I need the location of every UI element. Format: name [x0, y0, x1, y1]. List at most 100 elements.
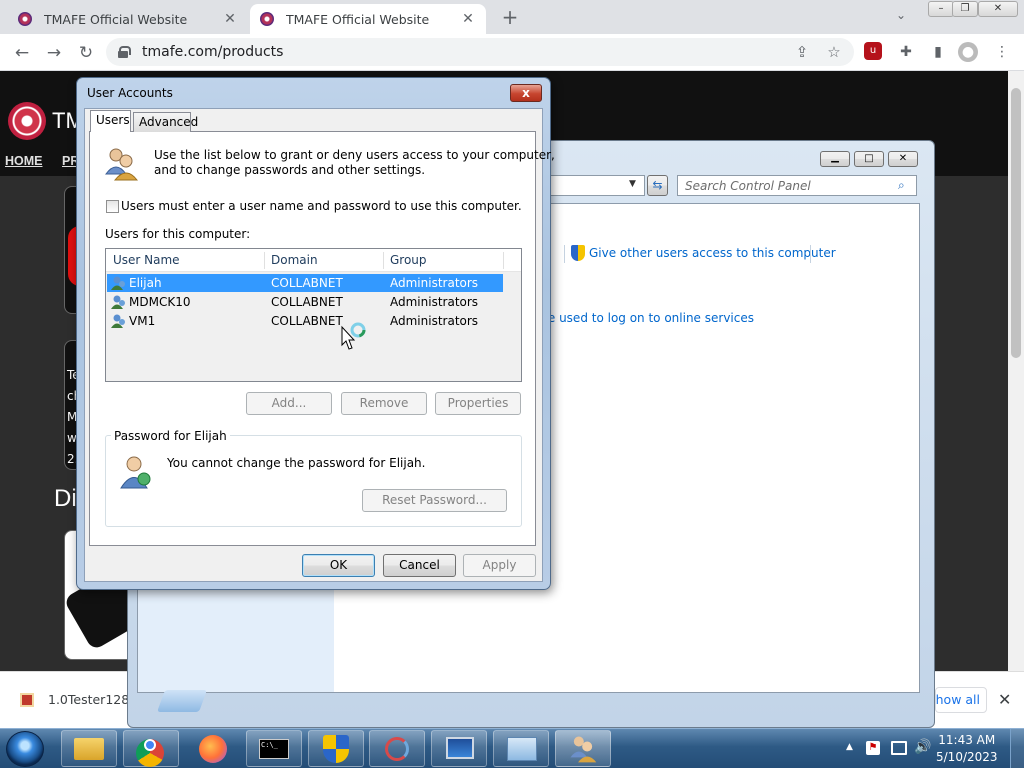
close-tab-icon[interactable]: ✕ — [460, 11, 476, 27]
url-text: tmafe.com/products — [142, 44, 284, 60]
cp-search-input[interactable]: Search Control Panel — [677, 175, 917, 196]
start-button[interactable] — [6, 731, 44, 767]
dialog-title: User Accounts — [87, 86, 173, 100]
tab-advanced[interactable]: Advanced — [133, 112, 198, 132]
remote-desktop-icon — [446, 737, 474, 759]
intro-text-line2: and to change passwords and other settin… — [154, 163, 426, 177]
cp-maximize-icon[interactable]: □ — [854, 151, 884, 167]
link-separator — [810, 245, 811, 263]
group-cell: Administrators — [390, 295, 479, 309]
cp-minimize-icon[interactable]: ▁ — [820, 151, 850, 167]
scrollbar-thumb[interactable] — [1011, 88, 1021, 358]
dialog-close-button[interactable]: x — [510, 84, 542, 102]
bookmark-star-icon[interactable]: ☆ — [824, 43, 844, 61]
password-groupbox — [105, 435, 522, 527]
new-tab-button[interactable]: + — [498, 6, 522, 30]
taskbar-user-accounts[interactable] — [555, 730, 611, 767]
tab-title: TMAFE Official Website — [286, 11, 430, 27]
online-credentials-link[interactable]: Manage the passwords and other credentia… — [551, 311, 754, 325]
forward-icon[interactable]: → — [42, 41, 66, 65]
properties-button[interactable]: Properties — [435, 392, 521, 415]
users-list-label: Users for this computer: — [105, 227, 251, 241]
column-separator[interactable] — [503, 252, 504, 269]
address-bar[interactable]: tmafe.com/products — [106, 38, 854, 66]
taskbar-firefox[interactable] — [185, 730, 241, 767]
table-row[interactable]: VM1 COLLABNET Administrators — [107, 312, 503, 330]
column-separator[interactable] — [383, 252, 384, 269]
search-icon[interactable]: ⌕ — [898, 178, 905, 193]
give-access-link[interactable]: Give other users access to this computer — [589, 246, 836, 260]
show-desktop-button[interactable] — [1010, 729, 1024, 768]
user-icon — [111, 295, 125, 309]
user-name-cell: Elijah — [129, 276, 162, 290]
back-icon[interactable]: ← — [10, 41, 34, 65]
image-file-icon — [20, 693, 34, 707]
cancel-button[interactable]: Cancel — [383, 554, 456, 577]
taskbar-remote-desktop[interactable] — [431, 730, 487, 767]
profile-avatar-icon[interactable]: ● — [958, 42, 978, 62]
scissors-icon — [385, 737, 409, 761]
restore-icon[interactable]: ❐ — [952, 1, 978, 17]
users-group-icon — [570, 736, 597, 763]
cp-left-pane — [138, 585, 334, 692]
refresh-icon[interactable]: ⇆ — [647, 175, 668, 196]
volume-icon[interactable]: 🔊 — [914, 739, 931, 755]
browser-tab-2[interactable]: TMAFE Official Website ✕ — [250, 4, 486, 34]
close-shelf-icon[interactable]: ✕ — [998, 690, 1011, 709]
lock-icon — [118, 46, 131, 58]
cp-close-icon[interactable]: ✕ — [888, 151, 918, 167]
remove-user-button[interactable]: Remove — [341, 392, 427, 415]
table-row[interactable]: Elijah COLLABNET Administrators — [107, 274, 503, 292]
taskbar-cmd[interactable]: C:\_ — [246, 730, 302, 767]
download-filename[interactable]: 1.0Tester128px.png — [48, 692, 138, 707]
nav-products-link[interactable]: PRODUCTS — [62, 150, 76, 168]
close-window-icon[interactable]: ✕ — [978, 1, 1018, 17]
firefox-icon — [199, 735, 227, 763]
taskbar-chrome[interactable] — [123, 730, 179, 767]
extensions-puzzle-icon[interactable]: ✚ — [896, 42, 916, 62]
tmafe-logo[interactable] — [8, 102, 46, 140]
close-tab-icon[interactable]: ✕ — [222, 11, 238, 27]
browser-tab-1[interactable]: TMAFE Official Website ✕ — [8, 4, 248, 34]
link-separator — [564, 245, 565, 263]
share-icon[interactable]: ⇪ — [792, 43, 812, 61]
intro-text-line1: Use the list below to grant or deny user… — [154, 148, 555, 162]
busy-cursor-icon — [341, 322, 366, 350]
column-separator[interactable] — [264, 252, 265, 269]
minimize-icon[interactable]: – — [928, 1, 954, 17]
reset-password-button[interactable]: Reset Password... — [362, 489, 507, 512]
system-clock[interactable]: 11:43 AM 5/10/2023 — [936, 732, 998, 766]
taskbar-control-panel[interactable] — [493, 730, 549, 767]
tmafe-favicon-icon — [260, 12, 274, 26]
tab-search-icon[interactable]: ⌄ — [896, 8, 906, 22]
table-row[interactable]: MDMCK10 COLLABNET Administrators — [107, 293, 503, 311]
user-name-cell: VM1 — [129, 314, 156, 328]
domain-cell: COLLABNET — [271, 314, 343, 328]
taskbar-explorer[interactable] — [61, 730, 117, 767]
taskbar-snipping[interactable] — [369, 730, 425, 767]
side-panel-icon[interactable]: ▮ — [928, 42, 948, 62]
column-domain[interactable]: Domain — [271, 253, 318, 267]
add-user-button[interactable]: Add... — [246, 392, 332, 415]
show-all-button[interactable]: Show all — [935, 687, 987, 713]
taskbar-security[interactable] — [308, 730, 364, 767]
require-login-checkbox[interactable] — [106, 200, 119, 213]
network-icon[interactable] — [891, 741, 907, 755]
clock-time: 11:43 AM — [938, 733, 996, 747]
address-dropdown-icon[interactable]: ▼ — [629, 179, 636, 189]
users-group-icon — [105, 148, 138, 181]
apply-button[interactable]: Apply — [463, 554, 536, 577]
reload-icon[interactable]: ↻ — [74, 41, 98, 65]
chrome-icon — [136, 739, 164, 767]
show-hidden-icons[interactable]: ▲ — [846, 742, 853, 752]
ublock-icon[interactable]: u — [864, 42, 882, 60]
folder-icon — [74, 738, 104, 760]
tab-users[interactable]: Users — [90, 110, 131, 132]
ok-button[interactable]: OK — [302, 554, 375, 577]
action-center-flag-icon[interactable]: ⚑ — [866, 741, 880, 755]
uac-shield-icon — [323, 735, 349, 763]
column-group[interactable]: Group — [390, 253, 427, 267]
column-user-name[interactable]: User Name — [113, 253, 180, 267]
menu-kebab-icon[interactable]: ⋮ — [992, 42, 1012, 62]
nav-home-link[interactable]: HOME — [5, 154, 43, 168]
